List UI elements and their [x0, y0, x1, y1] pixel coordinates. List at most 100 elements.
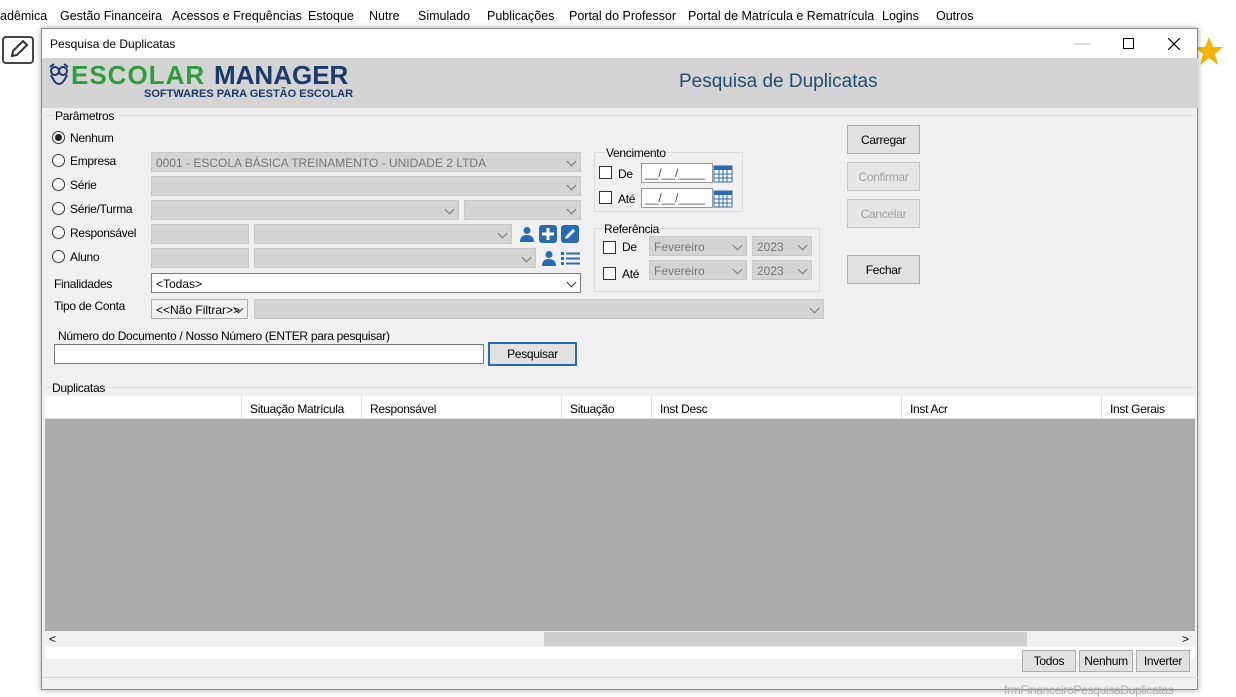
- referencia-de-year[interactable]: 2023: [752, 236, 812, 256]
- chevron-down-icon: [566, 204, 577, 215]
- referencia-de-checkbox[interactable]: [603, 241, 616, 254]
- radio-aluno[interactable]: [52, 250, 65, 263]
- serie-select[interactable]: [151, 176, 581, 196]
- referencia-ate-year-value: 2023: [757, 264, 784, 278]
- documento-input[interactable]: [54, 344, 484, 364]
- duplicatas-grid[interactable]: Situação Matrícula Responsável Situação …: [45, 396, 1195, 659]
- chevron-down-icon: [497, 228, 508, 239]
- fechar-button[interactable]: Fechar: [847, 255, 920, 284]
- radio-serie-label: Série: [70, 178, 97, 192]
- radio-serie[interactable]: [52, 178, 65, 191]
- radio-empresa[interactable]: [52, 154, 65, 167]
- menu-publicacoes[interactable]: Publicações: [487, 9, 554, 23]
- confirmar-button[interactable]: Confirmar: [847, 162, 920, 191]
- referencia-ate-year[interactable]: 2023: [752, 260, 812, 280]
- column-divider: [901, 396, 902, 419]
- duplicatas-label: Duplicatas: [51, 381, 107, 395]
- turma-select[interactable]: [464, 200, 581, 220]
- column-divider: [1101, 396, 1102, 419]
- radio-empresa-label: Empresa: [70, 154, 116, 168]
- user-icon[interactable]: [541, 250, 557, 266]
- radio-responsavel[interactable]: [52, 226, 65, 239]
- col-situacao[interactable]: Situação: [570, 402, 615, 416]
- close-icon[interactable]: [1151, 29, 1197, 58]
- col-inst-acr[interactable]: Inst Acr: [910, 402, 948, 416]
- vencimento-ate-date[interactable]: __/__/____: [641, 188, 713, 208]
- duplicatas-group: [46, 387, 1196, 388]
- nenhum-button[interactable]: Nenhum: [1079, 650, 1133, 672]
- radio-serie-turma[interactable]: [52, 202, 65, 215]
- grid-header: Situação Matrícula Responsável Situação …: [45, 396, 1195, 419]
- menu-outros[interactable]: Outros: [936, 9, 974, 23]
- radio-aluno-label: Aluno: [70, 250, 100, 264]
- todos-button[interactable]: Todos: [1022, 650, 1076, 672]
- tipo-conta-select[interactable]: <<Não Filtrar>>: [151, 299, 248, 319]
- edit-icon[interactable]: [2, 36, 34, 64]
- vencimento-ate-checkbox[interactable]: [599, 191, 612, 204]
- calendar-icon[interactable]: [713, 188, 733, 208]
- serie-turma-select[interactable]: [151, 200, 459, 220]
- calendar-icon[interactable]: [713, 163, 733, 183]
- menu-nutre[interactable]: Nutre: [369, 9, 400, 23]
- vencimento-de-date[interactable]: __/__/____: [641, 163, 713, 183]
- cancelar-button[interactable]: Cancelar: [847, 199, 920, 228]
- menu-gestao-financeira[interactable]: Gestão Financeira: [60, 9, 162, 23]
- menu-acessos[interactable]: Acessos e Frequências: [172, 9, 302, 23]
- referencia-de-year-value: 2023: [757, 240, 784, 254]
- referencia-ate-checkbox[interactable]: [603, 267, 616, 280]
- page-title: Pesquisa de Duplicatas: [679, 71, 878, 92]
- vencimento-de-label: De: [618, 167, 633, 181]
- star-icon[interactable]: [1194, 36, 1224, 66]
- col-responsavel[interactable]: Responsável: [370, 402, 436, 416]
- col-situacao-matricula[interactable]: Situação Matrícula: [250, 402, 344, 416]
- menu-portal-professor[interactable]: Portal do Professor: [569, 9, 676, 23]
- vencimento-ate-label: Até: [618, 192, 636, 206]
- referencia-ate-month[interactable]: Fevereiro: [649, 260, 747, 280]
- finalidades-label: Finalidades: [54, 277, 113, 291]
- scrollbar-thumb[interactable]: [544, 632, 1027, 646]
- menu-portal-matricula[interactable]: Portal de Matrícula e Rematrícula: [688, 9, 874, 23]
- responsavel-select[interactable]: [254, 224, 512, 244]
- responsavel-code-field[interactable]: [151, 224, 249, 244]
- menu-estoque[interactable]: Estoque: [308, 9, 354, 23]
- scroll-left-icon[interactable]: <: [49, 632, 56, 646]
- aluno-code-field[interactable]: [151, 248, 249, 268]
- aluno-select[interactable]: [254, 248, 536, 268]
- inverter-button[interactable]: Inverter: [1136, 650, 1190, 672]
- form-name-label: frmFinanceiroPesquisaDuplicatas: [1004, 683, 1174, 697]
- horizontal-scrollbar[interactable]: < >: [45, 631, 1195, 647]
- conta-select[interactable]: [254, 299, 824, 319]
- window-title: Pesquisa de Duplicatas: [50, 37, 176, 51]
- radio-serie-turma-label: Série/Turma: [70, 202, 133, 216]
- finalidades-select[interactable]: <Todas>: [151, 273, 581, 293]
- referencia-de-label: De: [622, 240, 637, 254]
- add-icon[interactable]: [539, 225, 557, 243]
- edit-pencil-icon[interactable]: [561, 225, 579, 243]
- chevron-down-icon: [809, 303, 820, 314]
- chevron-down-icon: [797, 264, 808, 275]
- scroll-right-icon[interactable]: >: [1182, 632, 1189, 646]
- vencimento-de-checkbox[interactable]: [599, 166, 612, 179]
- radio-nenhum[interactable]: [52, 131, 65, 144]
- menu-academica[interactable]: adêmica: [0, 9, 47, 23]
- referencia-de-month[interactable]: Fevereiro: [649, 236, 747, 256]
- column-divider: [561, 396, 562, 419]
- maximize-icon[interactable]: [1105, 29, 1151, 58]
- referencia-ate-month-value: Fevereiro: [654, 264, 705, 278]
- grid-body[interactable]: [45, 419, 1195, 631]
- menu-logins[interactable]: Logins: [882, 9, 919, 23]
- logo-escolar: ESCOLAR: [71, 60, 206, 90]
- carregar-button[interactable]: Carregar: [847, 125, 920, 154]
- chevron-down-icon: [566, 156, 577, 167]
- list-icon[interactable]: [561, 250, 580, 266]
- col-inst-gerais[interactable]: Inst Gerais: [1110, 402, 1165, 416]
- menu-simulado[interactable]: Simulado: [418, 9, 470, 23]
- chevron-down-icon: [521, 252, 532, 263]
- referencia-ate-label: Até: [622, 267, 640, 281]
- empresa-select[interactable]: 0001 - ESCOLA BÁSICA TREINAMENTO - UNIDA…: [151, 152, 581, 172]
- pesquisar-button[interactable]: Pesquisar: [488, 342, 577, 366]
- minimize-icon[interactable]: —: [1059, 29, 1105, 58]
- col-inst-desc[interactable]: Inst Desc: [660, 402, 708, 416]
- user-icon[interactable]: [519, 226, 535, 242]
- logo-subtitle: SOFTWARES PARA GESTÃO ESCOLAR: [144, 88, 354, 100]
